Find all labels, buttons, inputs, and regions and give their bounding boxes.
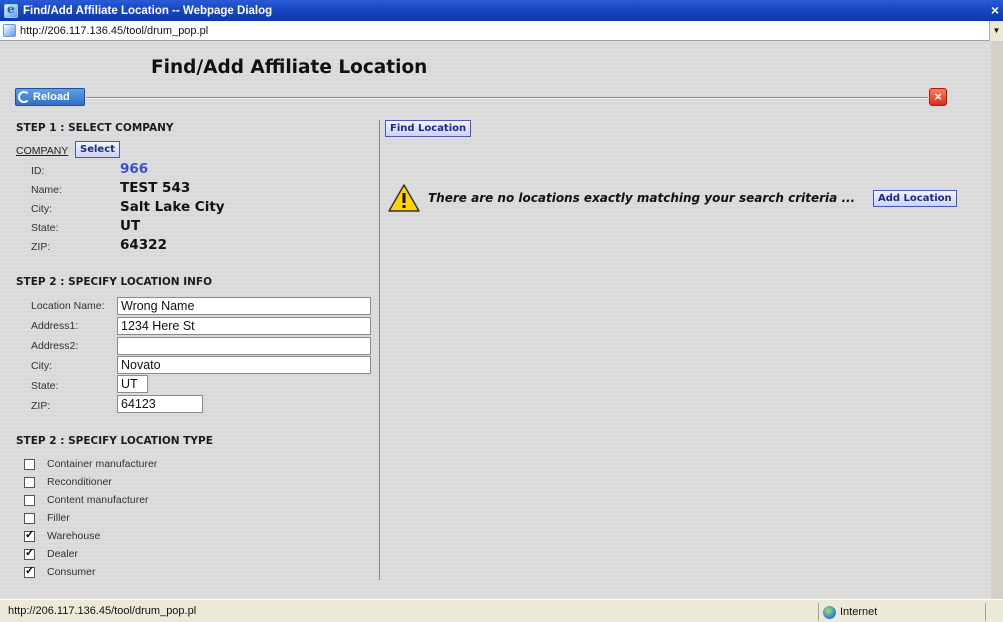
location-name-label: Location Name: — [31, 300, 105, 312]
step2-info-heading: STEP 2 : SPECIFY LOCATION INFO — [16, 276, 213, 288]
zip-value: 64322 — [120, 237, 167, 253]
location-type-label: Filler — [47, 512, 70, 524]
location-type-option[interactable]: Dealer — [24, 546, 78, 560]
id-label: ID: — [31, 165, 45, 177]
status-bar: http://206.117.136.45/tool/drum_pop.pl I… — [0, 599, 1003, 622]
city-input[interactable]: Novato — [117, 356, 371, 374]
location-type-checkbox[interactable] — [24, 546, 35, 560]
page-icon — [3, 24, 16, 37]
location-type-label: Dealer — [47, 548, 78, 560]
no-results-message: There are no locations exactly matching … — [428, 191, 856, 205]
address2-input[interactable] — [117, 337, 371, 355]
location-type-option[interactable]: Consumer — [24, 564, 96, 578]
security-zone: Internet — [818, 603, 983, 621]
location-type-checkbox[interactable] — [24, 528, 35, 542]
name-label: Name: — [31, 184, 62, 196]
location-type-checkbox[interactable] — [24, 476, 35, 488]
location-type-label: Consumer — [47, 566, 96, 578]
city-label-2: City: — [31, 360, 52, 372]
company-link[interactable]: COMPANY — [16, 145, 68, 157]
select-company-button[interactable]: Select — [75, 141, 120, 158]
zip-label: ZIP: — [31, 241, 51, 253]
name-value: TEST 543 — [120, 180, 191, 196]
globe-icon — [823, 605, 836, 619]
zip-label-2: ZIP: — [31, 400, 51, 412]
window-title: Find/Add Affiliate Location -- Webpage D… — [23, 4, 273, 17]
zip-input[interactable]: 64123 — [117, 395, 203, 413]
location-type-checkbox[interactable] — [24, 494, 35, 506]
location-type-option[interactable]: Warehouse — [24, 528, 101, 542]
address-dropdown-icon[interactable]: ▼ — [989, 21, 1003, 41]
city-label: City: — [31, 203, 52, 215]
window-titlebar: Find/Add Affiliate Location -- Webpage D… — [0, 0, 1003, 21]
location-type-label: Reconditioner — [47, 476, 112, 488]
location-type-option[interactable]: Content manufacturer — [24, 494, 149, 506]
add-location-button[interactable]: Add Location — [873, 190, 957, 207]
location-type-label: Container manufacturer — [47, 458, 158, 470]
location-type-option[interactable]: Reconditioner — [24, 476, 112, 488]
city-value: Salt Lake City — [120, 199, 225, 215]
reload-button[interactable]: Reload — [15, 88, 85, 106]
column-divider — [379, 120, 380, 580]
address2-label: Address2: — [31, 340, 79, 352]
find-location-button[interactable]: Find Location — [385, 120, 472, 137]
close-dialog-button[interactable]: × — [929, 88, 947, 106]
step2-type-heading: STEP 2 : SPECIFY LOCATION TYPE — [16, 435, 213, 447]
location-name-input[interactable]: Wrong Name — [117, 297, 371, 315]
location-type-label: Content manufacturer — [47, 494, 149, 506]
ie-icon — [4, 2, 18, 18]
reload-label: Reload — [33, 91, 70, 103]
warning-icon — [388, 184, 420, 212]
location-type-checkbox[interactable] — [24, 564, 35, 578]
address1-input[interactable]: 1234 Here St — [117, 317, 371, 335]
location-type-option[interactable]: Filler — [24, 512, 70, 524]
address1-label: Address1: — [31, 320, 79, 332]
state-input[interactable]: UT — [117, 375, 148, 393]
state-label: State: — [31, 222, 59, 234]
reload-icon — [18, 91, 30, 103]
step1-heading: STEP 1 : SELECT COMPANY — [16, 122, 174, 134]
zone-label: Internet — [840, 606, 878, 618]
location-type-checkbox[interactable] — [24, 512, 35, 524]
address-url: http://206.117.136.45/tool/drum_pop.pl — [20, 24, 209, 37]
id-value: 966 — [120, 161, 149, 177]
location-type-label: Warehouse — [47, 530, 101, 542]
window-close-button[interactable]: × — [987, 2, 1003, 18]
location-type-checkbox[interactable] — [24, 458, 35, 470]
location-type-option[interactable]: Container manufacturer — [24, 458, 157, 470]
dialog-content: Find/Add Affiliate Location Reload × STE… — [0, 41, 1003, 599]
resize-grip[interactable] — [985, 603, 1003, 621]
status-url: http://206.117.136.45/tool/drum_pop.pl — [8, 605, 197, 617]
address-bar[interactable]: http://206.117.136.45/tool/drum_pop.pl ▼ — [0, 21, 1003, 41]
state-label-2: State: — [31, 380, 59, 392]
header-divider — [86, 97, 928, 99]
state-value: UT — [120, 218, 141, 234]
page-title: Find/Add Affiliate Location — [151, 57, 428, 78]
